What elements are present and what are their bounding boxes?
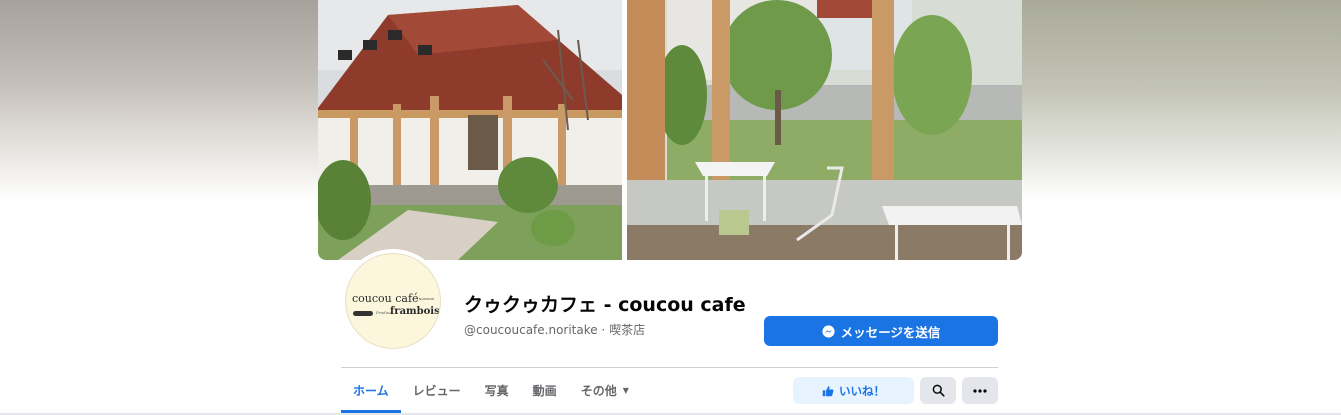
page-subtitle[interactable]: @coucoucafe.noritake · 喫茶店: [464, 321, 645, 338]
tab-photos[interactable]: 写真: [473, 368, 521, 413]
tab-home[interactable]: ホーム: [341, 368, 401, 413]
profile-picture[interactable]: coucou café NORITAKE Produce framboisier: [341, 249, 445, 353]
page-tabs: ホーム レビュー 写真 動画 その他 ▼: [341, 368, 641, 413]
like-button[interactable]: いいね！: [793, 377, 914, 404]
search-button[interactable]: [920, 377, 956, 404]
cover-photo-building: [318, 0, 622, 260]
more-options-button[interactable]: [962, 377, 998, 404]
tab-reviews-label: レビュー: [412, 384, 461, 398]
cover-photo[interactable]: [318, 0, 1022, 260]
thumbs-up-icon: [822, 385, 834, 396]
tab-more-label: その他: [580, 384, 617, 398]
ellipsis-icon: [973, 388, 987, 393]
profile-logo: coucou café NORITAKE Produce framboisier: [345, 253, 441, 349]
page-title: クゥクゥカフェ - coucou cafe: [464, 294, 746, 316]
tab-more[interactable]: その他 ▼: [569, 368, 641, 413]
tab-videos-label: 動画: [532, 384, 557, 398]
logo-mark-icon: [353, 311, 373, 316]
tab-photos-label: 写真: [484, 384, 509, 398]
tab-reviews[interactable]: レビュー: [401, 368, 473, 413]
cover-backdrop-right: [1021, 0, 1341, 200]
send-message-label: メッセージを送信: [840, 324, 941, 340]
logo-text-small: NORITAKE: [419, 297, 435, 301]
tab-videos[interactable]: 動画: [521, 368, 569, 413]
search-icon: [932, 384, 945, 397]
like-label: いいね！: [839, 383, 885, 398]
cover-photo-terrace: [627, 0, 1022, 260]
caret-down-icon: ▼: [622, 386, 629, 395]
logo-text-sub: framboisier: [390, 306, 440, 317]
messenger-icon: [822, 324, 835, 338]
tab-home-label: ホーム: [353, 384, 389, 398]
send-message-button[interactable]: メッセージを送信: [764, 316, 998, 346]
